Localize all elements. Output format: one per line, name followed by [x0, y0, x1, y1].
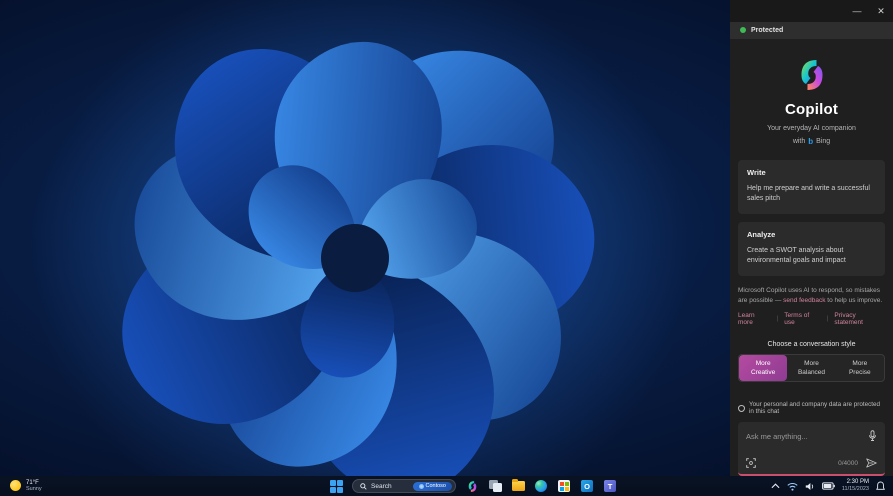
- legal-links: Learn more | Terms of use | Privacy stat…: [730, 306, 893, 326]
- link-separator: |: [776, 315, 779, 323]
- card-title: Analyze: [747, 229, 776, 239]
- bloom-wallpaper-art: [30, 0, 690, 476]
- task-view-icon[interactable]: [488, 479, 502, 493]
- badge-label: Contoso: [425, 483, 447, 489]
- taskbar-copilot-icon[interactable]: [465, 479, 479, 493]
- card-title: Write: [747, 167, 766, 177]
- close-button[interactable]: ✕: [869, 0, 893, 22]
- style-more-balanced-button[interactable]: More Balanced: [787, 355, 835, 381]
- style-label-line1: More: [804, 359, 819, 367]
- notification-bell-icon[interactable]: [876, 481, 885, 491]
- weather-condition: Sunny: [26, 486, 42, 493]
- tray-chevron-up-icon[interactable]: [771, 483, 780, 489]
- card-body: Help me prepare and write a successful s…: [747, 184, 870, 202]
- style-more-creative-button[interactable]: More Creative: [739, 354, 788, 381]
- suggestion-card-write[interactable]: Write Help me prepare and write a succes…: [738, 159, 885, 214]
- style-label-line1: More: [755, 359, 771, 367]
- weather-widget[interactable]: 71°F Sunny: [0, 480, 42, 493]
- style-label-line2: Creative: [751, 369, 776, 377]
- microsoft-store-icon[interactable]: [557, 479, 571, 493]
- copilot-brand: Copilot Your everyday AI companion with …: [730, 57, 893, 146]
- wifi-icon[interactable]: [787, 482, 798, 491]
- data-protection-text: Your personal and company data are prote…: [749, 401, 881, 415]
- search-placeholder: Search: [371, 482, 392, 490]
- protected-label: Protected: [751, 26, 784, 34]
- with-label: with: [792, 137, 806, 145]
- taskbar-center: Search Contoso O T: [330, 476, 617, 496]
- style-label-line2: Precise: [848, 369, 871, 377]
- bing-logo-icon: b: [808, 136, 814, 146]
- conversation-style-heading: Choose a conversation style: [767, 340, 856, 348]
- minimize-button[interactable]: —: [845, 0, 869, 22]
- style-label-line1: More: [852, 359, 868, 367]
- suggestion-card-analyze[interactable]: Analyze Create a SWOT analysis about env…: [738, 221, 885, 277]
- with-bing-line: with b Bing: [793, 137, 830, 146]
- teams-icon[interactable]: T: [603, 479, 617, 493]
- system-tray: 2:30 PM 11/15/2023: [771, 476, 893, 496]
- suggestion-cards: Write Help me prepare and write a succes…: [730, 146, 893, 277]
- search-icon: [360, 482, 367, 490]
- data-protection-note: Your personal and company data are prote…: [730, 401, 893, 415]
- taskbar: 71°F Sunny Search Contoso O T 2:30 PM 11…: [0, 476, 893, 496]
- file-explorer-icon[interactable]: [511, 479, 525, 493]
- link-separator: |: [826, 315, 829, 323]
- conversation-style-toggle: More Creative More Balanced More Precise: [738, 353, 885, 382]
- privacy-statement-link[interactable]: Privacy statement: [834, 312, 885, 326]
- send-feedback-link[interactable]: send feedback: [783, 297, 825, 304]
- chat-input-box: 0/4000: [738, 422, 885, 476]
- volume-icon[interactable]: [805, 482, 815, 491]
- card-body: Create a SWOT analysis about environment…: [747, 246, 846, 265]
- copilot-tagline: Your everyday AI companion: [767, 124, 856, 132]
- panel-titlebar: — ✕: [730, 0, 893, 22]
- character-counter: 0/4000: [838, 459, 858, 467]
- protected-status-icon: [740, 27, 746, 34]
- sun-icon: [10, 480, 21, 492]
- shield-icon: [738, 404, 745, 412]
- copilot-logo-icon: [801, 59, 822, 90]
- screen: — ✕ Protected Copilot Your everyday AI c…: [0, 0, 893, 496]
- clock-date: 11/15/2023: [841, 486, 869, 493]
- terms-of-use-link[interactable]: Terms of use: [784, 312, 820, 326]
- bing-label: Bing: [816, 137, 831, 145]
- style-more-precise-button[interactable]: More Precise: [836, 355, 884, 381]
- outlook-icon[interactable]: O: [580, 479, 594, 493]
- edge-browser-icon[interactable]: [534, 479, 548, 493]
- learn-more-link[interactable]: Learn more: [738, 312, 771, 326]
- chat-input[interactable]: [746, 431, 868, 441]
- protected-status-bar: Protected: [730, 22, 893, 39]
- microphone-icon[interactable]: [868, 430, 877, 442]
- copilot-title: Copilot: [784, 100, 839, 118]
- battery-icon[interactable]: [821, 482, 835, 490]
- ai-disclaimer: Microsoft Copilot uses AI to respond, so…: [730, 276, 893, 306]
- send-icon[interactable]: [866, 458, 877, 468]
- search-box[interactable]: Search Contoso: [352, 479, 456, 493]
- weather-temperature: 71°F: [26, 479, 39, 486]
- badge-logo-icon: [418, 483, 424, 489]
- copilot-panel: — ✕ Protected Copilot Your everyday AI c…: [730, 0, 893, 476]
- clock-time: 2:30 PM: [846, 479, 869, 486]
- screenshot-icon[interactable]: [746, 458, 756, 468]
- start-button[interactable]: [330, 479, 343, 493]
- clock[interactable]: 2:30 PM 11/15/2023: [842, 479, 869, 492]
- search-highlight-badge[interactable]: Contoso: [412, 481, 452, 491]
- style-label-line2: Balanced: [797, 369, 826, 377]
- disclaimer-text-suffix: to help us improve.: [825, 296, 883, 304]
